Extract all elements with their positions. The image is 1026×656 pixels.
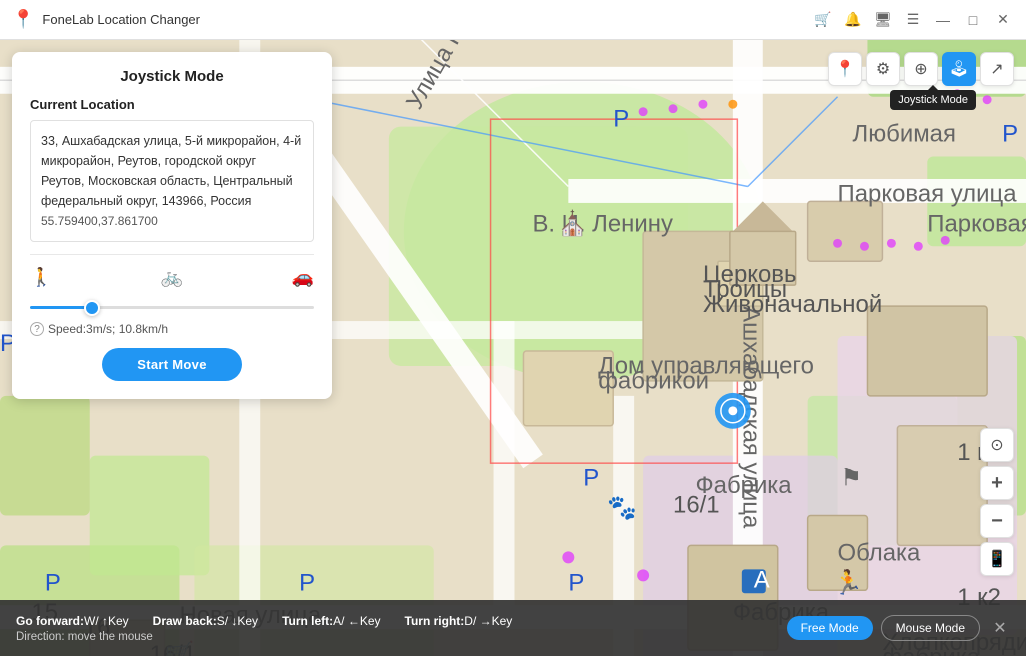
cart-icon[interactable]: 🛒 bbox=[812, 9, 834, 31]
walk-icon: 🚶 bbox=[30, 267, 52, 288]
svg-text:фабрикой: фабрикой bbox=[598, 367, 709, 394]
location-label: Current Location bbox=[30, 97, 314, 112]
svg-text:Парковая улица: Парковая улица bbox=[927, 210, 1026, 237]
map-right-controls: ⊙ + − 📱 bbox=[980, 428, 1014, 576]
map-area[interactable]: Улица Победы Парковая улица Парковая ули… bbox=[0, 40, 1026, 656]
settings-tool[interactable]: ⚙ bbox=[866, 52, 900, 86]
tooltip-text: Joystick Mode bbox=[898, 94, 968, 106]
menu-icon[interactable]: ☰ bbox=[902, 9, 924, 31]
mouse-mode-button[interactable]: Mouse Mode bbox=[881, 615, 980, 641]
svg-text:P: P bbox=[299, 569, 315, 596]
panel-title: Joystick Mode bbox=[30, 68, 314, 85]
svg-text:Любимая: Любимая bbox=[853, 121, 956, 148]
key-hints: Go forward:W/ ↑Key Draw back:S/ ↓Key Tur… bbox=[16, 614, 775, 643]
app-title: FoneLab Location Changer bbox=[42, 12, 812, 27]
right-key-hint: Turn right:D/ →Key bbox=[405, 614, 513, 628]
locate-button[interactable]: ⊙ bbox=[980, 428, 1014, 462]
phone-button[interactable]: 📱 bbox=[980, 542, 1014, 576]
zoom-out-button[interactable]: − bbox=[980, 504, 1014, 538]
zoom-in-button[interactable]: + bbox=[980, 466, 1014, 500]
map-toolbar: 📍 ⚙ ⊕ 🕹 ↗ bbox=[828, 52, 1014, 86]
app-logo: 📍 bbox=[12, 9, 34, 30]
speed-text: Speed:3m/s; 10.8km/h bbox=[48, 322, 168, 336]
forward-key-hint: Go forward:W/ ↑Key bbox=[16, 614, 129, 628]
desktop-icon[interactable]: 🖥 bbox=[872, 9, 894, 31]
window-controls: 🛒 🔔 🖥 ☰ — □ ✕ bbox=[812, 9, 1014, 31]
close-bottom-icon[interactable]: ✕ bbox=[990, 618, 1010, 638]
bell-icon[interactable]: 🔔 bbox=[842, 9, 864, 31]
free-mode-button[interactable]: Free Mode bbox=[787, 616, 873, 640]
svg-text:Парковая улица: Парковая улица bbox=[838, 180, 1018, 207]
coords-text: 55.759400,37.861700 bbox=[41, 214, 158, 228]
bike-icon: 🚲 bbox=[161, 267, 183, 288]
svg-text:P: P bbox=[568, 569, 584, 596]
divider bbox=[30, 254, 314, 255]
close-icon[interactable]: ✕ bbox=[992, 9, 1014, 31]
svg-text:А: А bbox=[754, 566, 770, 593]
left-key-hint: Turn left:A/ ←Key bbox=[282, 614, 380, 628]
location-pin-tool[interactable]: 📍 bbox=[828, 52, 862, 86]
speed-icons-row: 🚶 🚲 🚗 bbox=[30, 267, 314, 288]
svg-text:16/1: 16/1 bbox=[673, 492, 720, 519]
svg-text:Живоначальной: Живоначальной bbox=[703, 291, 882, 318]
speed-help-icon[interactable]: ? bbox=[30, 322, 44, 336]
svg-text:P: P bbox=[1002, 121, 1018, 148]
export-tool[interactable]: ↗ bbox=[980, 52, 1014, 86]
joystick-tooltip: Joystick Mode bbox=[890, 90, 976, 110]
mode-buttons: Free Mode Mouse Mode bbox=[787, 615, 980, 641]
back-key-hint: Draw back:S/ ↓Key bbox=[153, 614, 258, 628]
minimize-icon[interactable]: — bbox=[932, 9, 954, 31]
joystick-tool[interactable]: 🕹 bbox=[942, 52, 976, 86]
speed-label-row: ? Speed:3m/s; 10.8km/h bbox=[30, 322, 314, 336]
key-hints-row1: Go forward:W/ ↑Key Draw back:S/ ↓Key Tur… bbox=[16, 614, 775, 628]
svg-text:В. И. Ленину: В. И. Ленину bbox=[532, 210, 673, 237]
address-text: 33, Ашхабадская улица, 5-й микрорайон, 4… bbox=[41, 134, 301, 208]
bottom-bar: Go forward:W/ ↑Key Draw back:S/ ↓Key Tur… bbox=[0, 600, 1026, 656]
svg-text:P: P bbox=[613, 106, 629, 133]
svg-text:P: P bbox=[838, 40, 854, 43]
main-area: Улица Победы Парковая улица Парковая ули… bbox=[0, 40, 1026, 656]
car-icon: 🚗 bbox=[292, 267, 314, 288]
joystick-panel: Joystick Mode Current Location 33, Ашхаб… bbox=[12, 52, 332, 399]
direction-hint: Direction: move the mouse bbox=[16, 631, 775, 643]
svg-text:Облака: Облака bbox=[838, 539, 921, 566]
maximize-icon[interactable]: □ bbox=[962, 9, 984, 31]
svg-text:🐾: 🐾 bbox=[607, 495, 637, 522]
start-move-button[interactable]: Start Move bbox=[102, 348, 242, 381]
speed-slider[interactable] bbox=[30, 306, 314, 309]
svg-text:P: P bbox=[45, 569, 61, 596]
titlebar: 📍 FoneLab Location Changer 🛒 🔔 🖥 ☰ — □ ✕ bbox=[0, 0, 1026, 40]
speed-slider-container bbox=[30, 296, 314, 314]
svg-text:🏃: 🏃 bbox=[833, 568, 863, 596]
svg-text:⛪: ⛪ bbox=[558, 208, 588, 237]
share-tool[interactable]: ⊕ bbox=[904, 52, 938, 86]
svg-text:P: P bbox=[583, 465, 599, 492]
address-box: 33, Ашхабадская улица, 5-й микрорайон, 4… bbox=[30, 120, 314, 242]
svg-text:⚑: ⚑ bbox=[841, 465, 862, 492]
